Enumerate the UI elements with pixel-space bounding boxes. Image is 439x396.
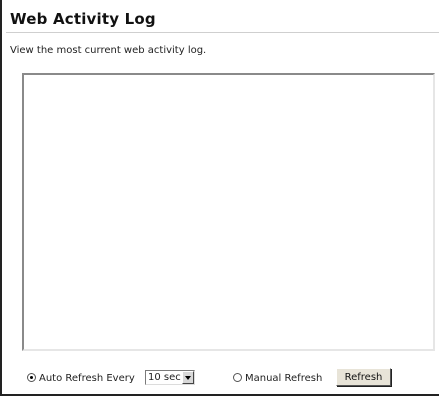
refresh-controls: Auto Refresh Every 10 sec Manual Refresh…: [22, 368, 437, 388]
manual-refresh-label: Manual Refresh: [245, 373, 323, 384]
title-divider: [6, 32, 439, 33]
refresh-interval-select[interactable]: 10 sec: [145, 370, 195, 385]
activity-log-textarea[interactable]: [22, 73, 435, 351]
manual-refresh-radio[interactable]: [233, 373, 242, 382]
auto-refresh-radio[interactable]: [27, 373, 36, 382]
auto-refresh-label: Auto Refresh Every: [39, 373, 135, 384]
chevron-down-icon[interactable]: [182, 371, 194, 384]
page-title: Web Activity Log: [10, 10, 156, 28]
web-activity-log-page: Web Activity Log View the most current w…: [0, 0, 439, 396]
page-description: View the most current web activity log.: [10, 45, 207, 56]
refresh-interval-value: 10 sec: [148, 372, 181, 383]
refresh-button[interactable]: Refresh: [336, 368, 391, 386]
